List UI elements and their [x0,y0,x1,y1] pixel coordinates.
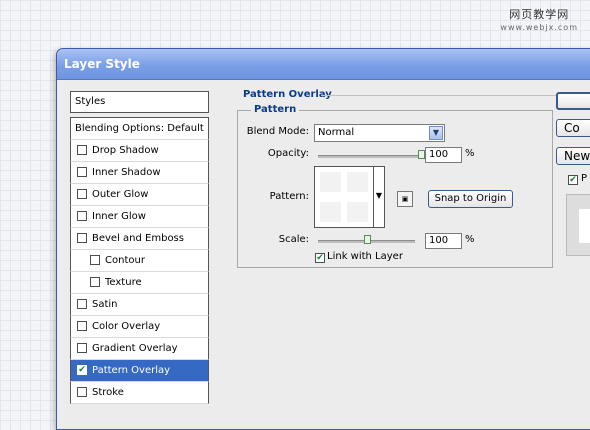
pattern-tile [320,202,341,222]
opacity-unit: % [465,148,475,159]
link-with-layer-row[interactable]: ✔ Link with Layer [315,251,403,263]
preview-checkbox[interactable]: ✔ [568,175,578,185]
style-preview [566,194,590,256]
preview-swatch [579,209,590,243]
scale-slider-thumb[interactable] [363,235,371,244]
sidebar-item-contour[interactable]: Contour [70,250,209,272]
pattern-tile [347,202,368,222]
dialog-title-bar[interactable]: Layer Style [57,49,590,80]
sidebar-item-label: Pattern Overlay [92,365,171,376]
opacity-input[interactable]: 100 [425,147,462,163]
opacity-slider-thumb[interactable] [418,150,425,159]
sidebar-item-drop-shadow[interactable]: Drop Shadow [70,140,209,162]
sidebar-item-outer-glow[interactable]: Outer Glow [70,184,209,206]
scale-label: Scale: [278,234,309,245]
group-title: Pattern [251,104,300,115]
watermark-url: www.webjx.com [500,23,578,32]
preview-label: P [581,173,588,184]
blend-mode-value: Normal [318,127,355,138]
snap-to-origin-button[interactable]: Snap to Origin [428,190,513,208]
ok-button[interactable] [556,92,590,110]
satin-checkbox[interactable] [77,299,87,309]
blend-mode-label: Blend Mode: [246,126,309,137]
sidebar-item-texture[interactable]: Texture [70,272,209,294]
inner-glow-checkbox[interactable] [77,211,87,221]
gradient-overlay-checkbox[interactable] [77,343,87,353]
blend-mode-select[interactable]: Normal ▼ [314,124,445,142]
outer-glow-checkbox[interactable] [77,189,87,199]
pattern-swatch[interactable]: ▼ [314,166,385,228]
cancel-button[interactable]: Co [556,119,590,137]
pattern-dropdown-arrow-icon[interactable]: ▼ [373,167,384,227]
texture-checkbox[interactable] [90,277,100,287]
opacity-label: Opacity: [267,148,309,159]
sidebar-item-label: Drop Shadow [92,145,159,156]
stroke-checkbox[interactable] [77,387,87,397]
sidebar-item-label: Texture [105,277,142,288]
sidebar-item-inner-shadow[interactable]: Inner Shadow [70,162,209,184]
styles-header[interactable]: Styles [70,91,209,113]
color-overlay-checkbox[interactable] [77,321,87,331]
pattern-tile [320,172,341,192]
pattern-label: Pattern: [269,191,309,202]
bevel-and-emboss-checkbox[interactable] [77,233,87,243]
new-preset-icon[interactable]: ▣ [397,191,413,207]
contour-checkbox[interactable] [90,255,100,265]
sidebar-item-label: Color Overlay [92,321,161,332]
dialog-title: Layer Style [64,57,140,71]
link-with-layer-checkbox[interactable]: ✔ [315,253,325,263]
styles-items: Blending Options: Default Drop Shadow Inne… [70,117,209,404]
pattern-overlay-checkbox[interactable]: ✔ [77,365,87,375]
new-style-button[interactable]: New [556,147,590,165]
panel-title: Pattern Overlay [243,89,332,100]
sidebar-item-label: Outer Glow [92,189,149,200]
watermark-title: 网页教学网 [509,8,570,21]
sidebar-item-label: Gradient Overlay [92,343,178,354]
drop-shadow-checkbox[interactable] [77,145,87,155]
sidebar-item-bevel-and-emboss[interactable]: Bevel and Emboss [70,228,209,250]
link-with-layer-label: Link with Layer [327,251,403,262]
layer-style-dialog: Layer Style Styles Blending Options: Def… [56,48,590,430]
scale-unit: % [465,234,475,245]
preview-row[interactable]: ✔ P [568,173,587,185]
sidebar-item-stroke[interactable]: Stroke [70,382,209,404]
opacity-slider-track[interactable] [318,155,421,158]
sidebar-item-pattern-overlay[interactable]: ✔ Pattern Overlay [70,360,209,382]
sidebar-item-label: Inner Glow [92,211,146,222]
sidebar-item-color-overlay[interactable]: Color Overlay [70,316,209,338]
panel-divider [321,95,561,96]
sidebar-item-label: Contour [105,255,145,266]
sidebar-item-label: Blending Options: Default [75,123,204,134]
chevron-down-icon[interactable]: ▼ [429,126,443,140]
sidebar-item-label: Bevel and Emboss [92,233,184,244]
scale-input[interactable]: 100 [425,233,462,249]
inner-shadow-checkbox[interactable] [77,167,87,177]
sidebar-item-gradient-overlay[interactable]: Gradient Overlay [70,338,209,360]
sidebar-item-inner-glow[interactable]: Inner Glow [70,206,209,228]
styles-list: Styles Blending Options: Default Drop Sha… [70,91,209,404]
watermark: 网页教学网 www.webjx.com [500,8,578,34]
sidebar-item-blending-options-default[interactable]: Blending Options: Default [70,117,209,140]
sidebar-item-label: Inner Shadow [92,167,161,178]
sidebar-item-label: Satin [92,299,118,310]
sidebar-item-satin[interactable]: Satin [70,294,209,316]
pattern-tile [347,172,368,192]
